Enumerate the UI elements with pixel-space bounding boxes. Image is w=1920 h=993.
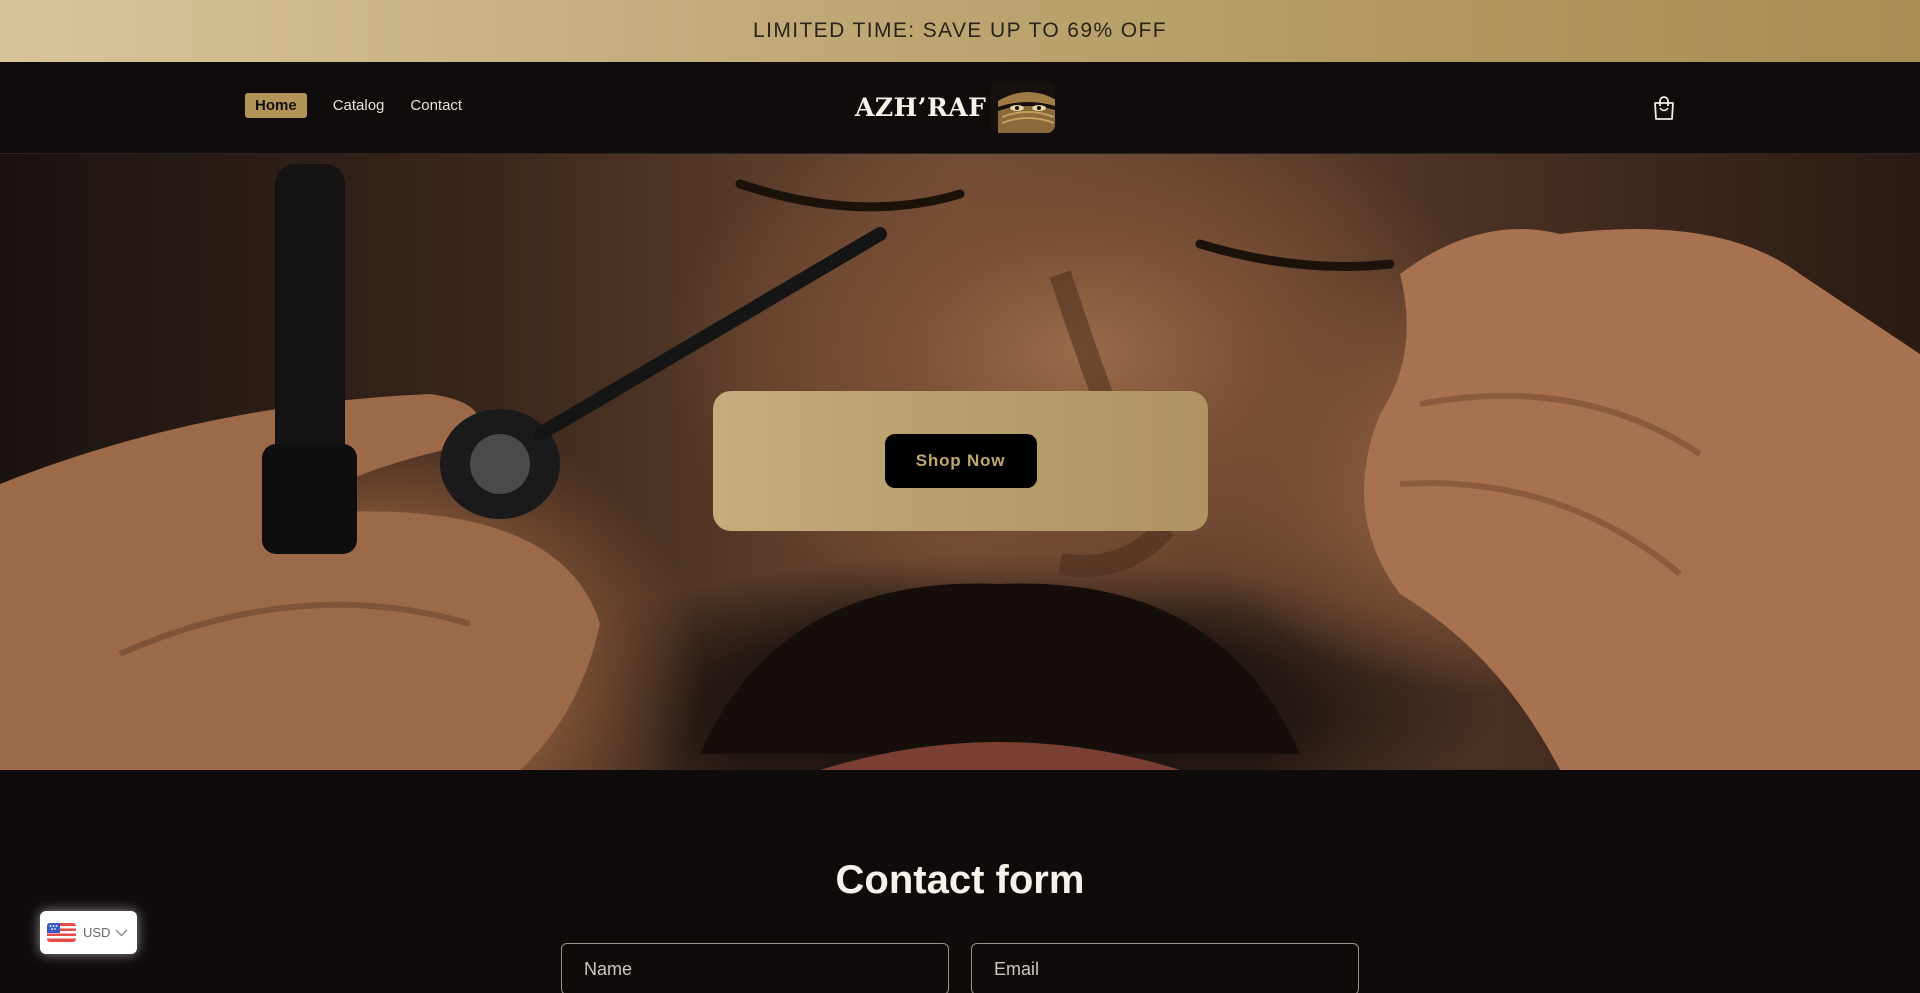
brand-logo[interactable]: AZH’RAF	[855, 81, 1055, 133]
shopping-bag-icon[interactable]	[1652, 95, 1676, 121]
email-field[interactable]	[971, 943, 1359, 993]
currency-code: USD	[83, 925, 111, 940]
chevron-down-icon	[115, 924, 128, 942]
main-nav: Home Catalog Contact	[245, 93, 488, 118]
shop-now-button[interactable]: Shop Now	[884, 434, 1037, 488]
name-field[interactable]	[561, 943, 949, 993]
contact-form-title: Contact form	[835, 858, 1085, 902]
nav-contact-link[interactable]: Contact	[410, 97, 462, 114]
nav-catalog-link[interactable]: Catalog	[333, 97, 385, 114]
brand-name: AZH’RAF	[855, 92, 987, 122]
hero-banner: Shop Now	[0, 154, 1920, 770]
nav-home-link[interactable]: Home	[245, 93, 307, 118]
currency-selector[interactable]: USD	[40, 911, 137, 954]
announcement-text: LIMITED TIME: SAVE UP TO 69% OFF	[753, 19, 1167, 42]
us-flag-icon	[47, 923, 76, 942]
site-header: Home Catalog Contact AZH’RAF	[0, 62, 1920, 154]
promo-card: Shop Now	[713, 391, 1208, 531]
announcement-bar: LIMITED TIME: SAVE UP TO 69% OFF	[0, 0, 1920, 62]
veiled-face-logo-icon	[990, 81, 1055, 133]
